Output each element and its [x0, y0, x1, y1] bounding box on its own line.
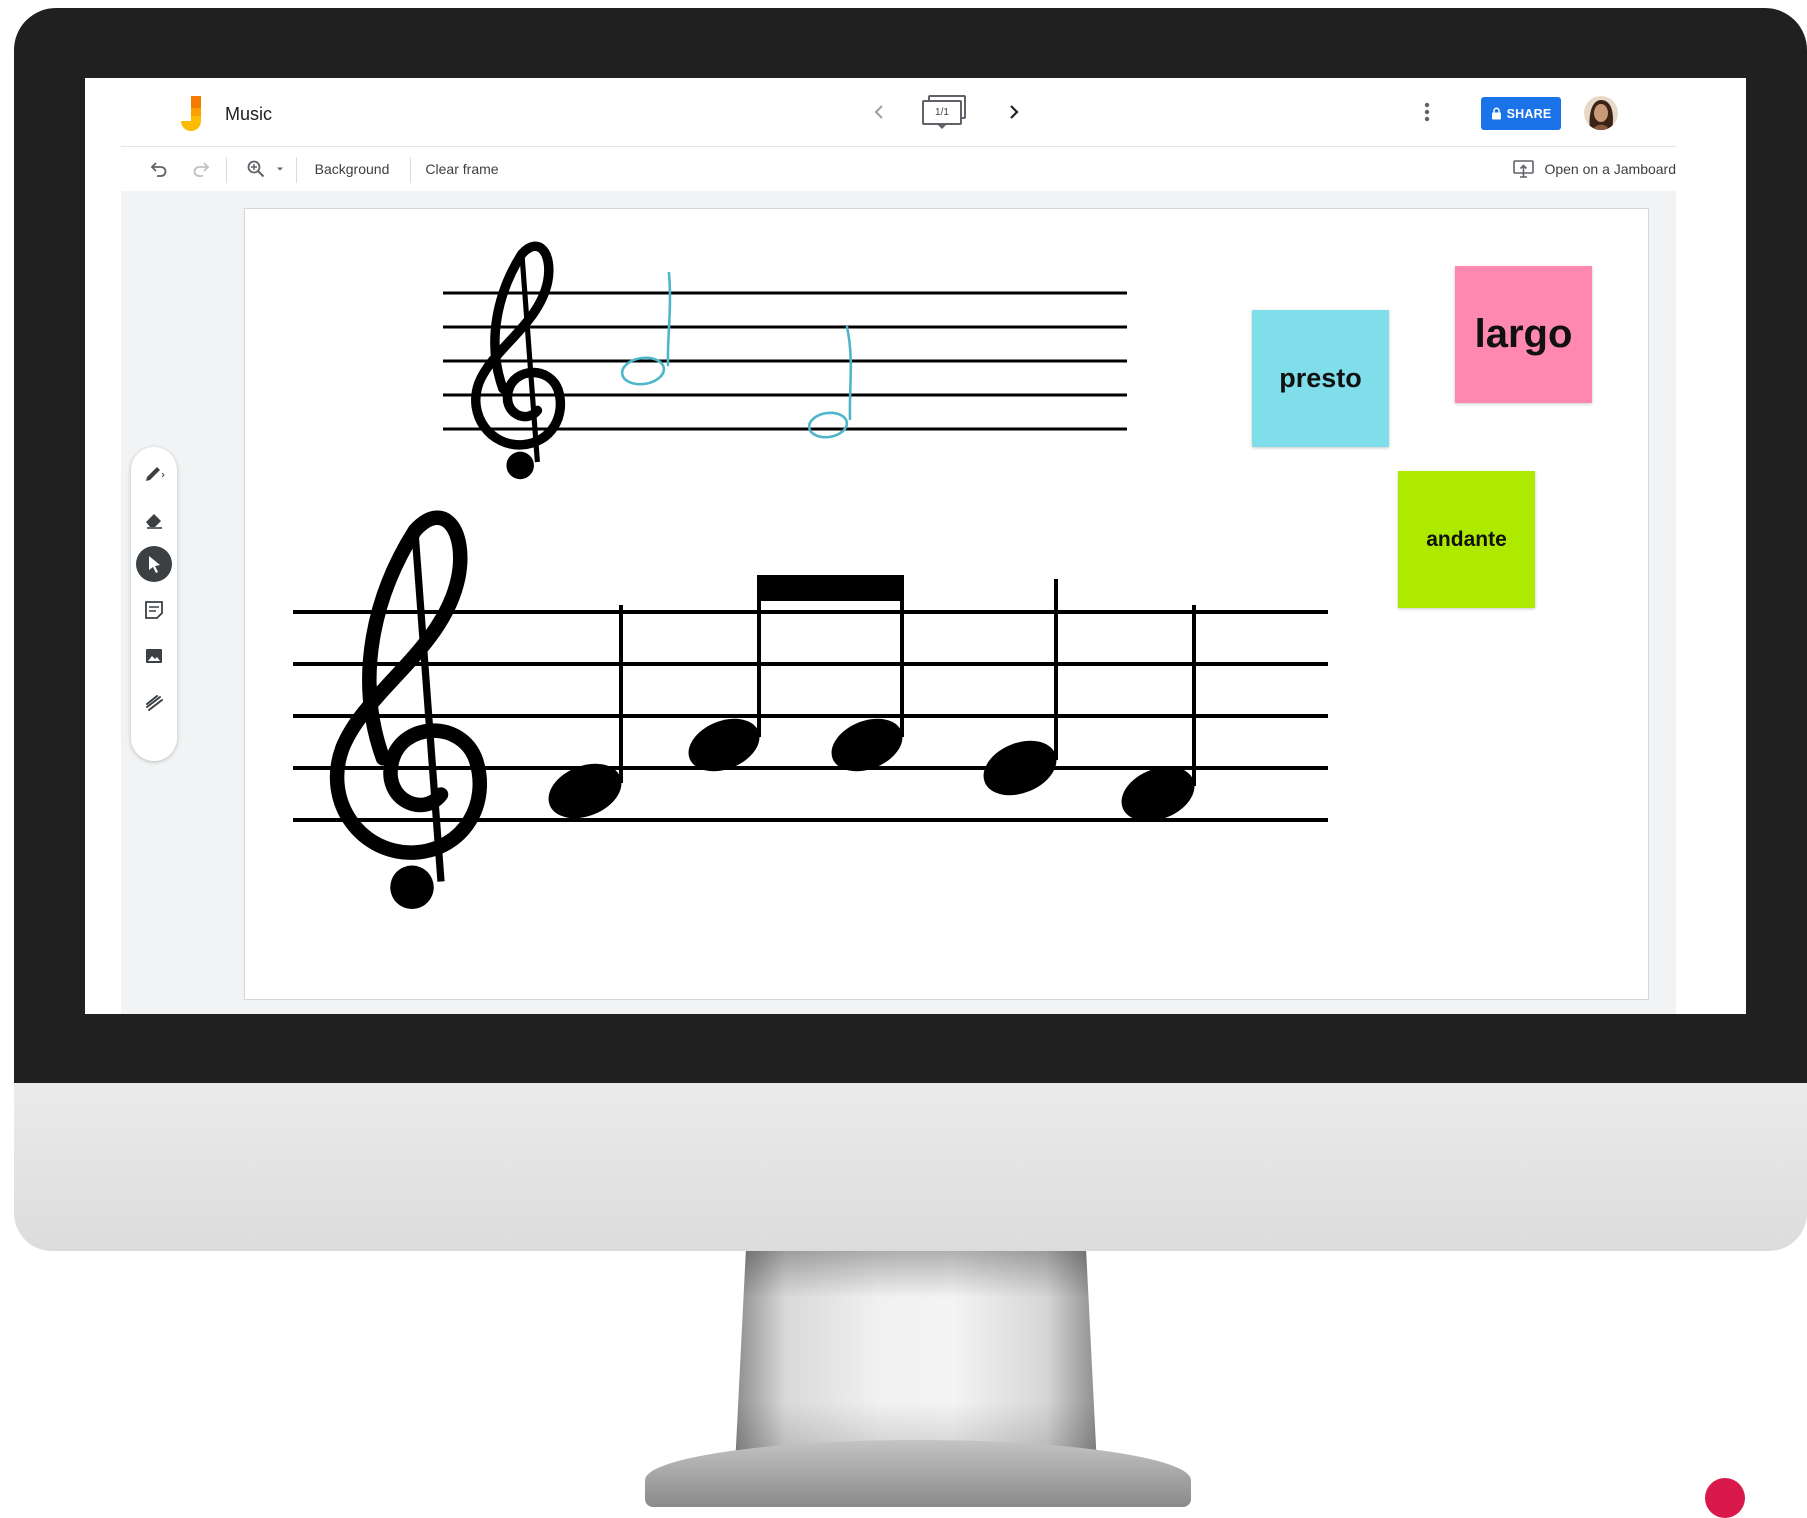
decorative-dot	[1705, 1478, 1745, 1518]
upper-treble-clef	[476, 246, 561, 480]
cast-to-jamboard-icon	[1513, 160, 1535, 178]
quarter-note	[1121, 605, 1196, 822]
lower-treble-clef	[337, 518, 480, 910]
image-icon	[146, 649, 162, 663]
zoom-dropdown-button[interactable]	[273, 155, 287, 183]
sticky-note-label: largo	[1474, 312, 1573, 356]
sticky-note-label: presto	[1279, 363, 1362, 393]
pen-tool[interactable]	[136, 455, 172, 491]
eighth-note	[688, 577, 761, 772]
share-label: SHARE	[1506, 106, 1552, 121]
next-frame-icon[interactable]	[1002, 100, 1026, 124]
sticky-note-icon	[145, 601, 163, 619]
workspace: presto largo andante	[121, 191, 1676, 1014]
open-on-jamboard-button[interactable]: Open on a Jamboard	[1513, 155, 1676, 183]
select-tool[interactable]	[136, 546, 172, 582]
background-button[interactable]: Background	[305, 155, 399, 183]
undo-button[interactable]	[145, 155, 173, 183]
eighth-note	[831, 577, 904, 772]
user-avatar[interactable]	[1584, 96, 1618, 130]
app-header: Music 1/1 SHARE	[121, 78, 1676, 147]
chevron-down-icon	[277, 167, 283, 171]
more-options-icon[interactable]	[1417, 100, 1437, 124]
whiteboard-canvas[interactable]: presto largo andante	[244, 208, 1649, 1000]
hand-drawn-half-note	[807, 325, 853, 439]
chevron-down-icon	[938, 125, 946, 129]
previous-frame-icon[interactable]	[867, 100, 891, 124]
toolbar-divider	[296, 157, 297, 183]
eraser-tool[interactable]	[136, 501, 172, 537]
image-tool[interactable]	[136, 638, 172, 674]
open-on-jamboard-label: Open on a Jamboard	[1544, 161, 1676, 177]
toolbar-divider	[410, 157, 411, 183]
sticky-note-largo[interactable]: largo	[1455, 266, 1592, 403]
sticky-note-label: andante	[1426, 527, 1507, 551]
monitor-foot	[645, 1440, 1191, 1507]
frame-counter[interactable]: 1/1	[922, 95, 970, 129]
sticky-note-andante[interactable]: andante	[1398, 471, 1535, 608]
undo-icon	[150, 162, 167, 177]
screen: Music 1/1 SHARE Background Clear frame O…	[85, 78, 1746, 1014]
clear-frame-button[interactable]: Clear frame	[418, 155, 506, 183]
note-beam	[757, 575, 904, 601]
tool-palette	[131, 447, 177, 761]
redo-button[interactable]	[187, 155, 215, 183]
laser-icon	[146, 695, 163, 711]
monitor-chin	[14, 1083, 1807, 1251]
monitor-stand-shading	[735, 1251, 1097, 1466]
frame-counter-label: 1/1	[922, 100, 962, 125]
document-title[interactable]: Music	[225, 104, 272, 125]
hand-drawn-half-note	[620, 271, 672, 386]
zoom-in-icon	[247, 160, 265, 178]
share-button[interactable]: SHARE	[1481, 97, 1561, 130]
upper-staff	[443, 291, 1127, 431]
laser-tool[interactable]	[136, 684, 172, 720]
pen-icon	[146, 467, 165, 481]
select-arrow-icon	[149, 556, 160, 573]
zoom-button[interactable]	[241, 155, 271, 183]
eraser-icon	[146, 514, 162, 529]
redo-icon	[193, 162, 210, 177]
sticky-note-tool[interactable]	[136, 592, 172, 628]
toolbar-divider	[226, 157, 227, 183]
lock-icon	[1491, 107, 1501, 120]
toolbar: Background Clear frame Open on a Jamboar…	[121, 147, 1676, 191]
jamboard-logo-icon	[181, 96, 201, 131]
sticky-note-presto[interactable]: presto	[1252, 310, 1389, 447]
